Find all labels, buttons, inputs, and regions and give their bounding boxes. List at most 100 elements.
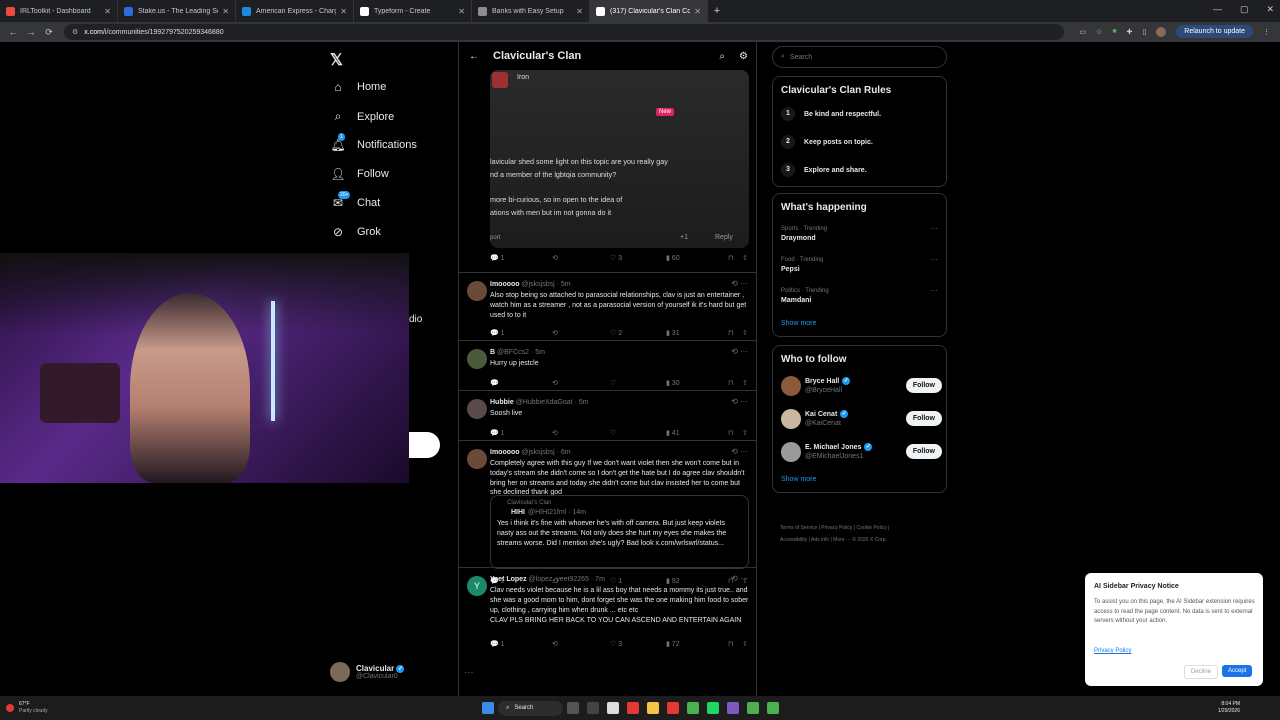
reply-icon[interactable]: 💬 1	[490, 254, 552, 262]
spotify-icon[interactable]	[707, 702, 719, 714]
repost-icon[interactable]: ⟲	[552, 379, 610, 387]
repost-icon[interactable]: ⟲	[552, 329, 610, 337]
menu-icon[interactable]: ⋮	[1263, 28, 1270, 36]
reply-icon[interactable]: 💬 1	[490, 640, 552, 648]
puzzle-icon[interactable]: ✚	[1127, 28, 1133, 36]
trend-item[interactable]: Sports · Trending Draymond	[781, 226, 827, 242]
follow-suggestion[interactable]: Kai Cenat ✓ @KaiCenat Follow	[781, 407, 942, 431]
settings-icon[interactable]: ⚙	[739, 51, 748, 62]
feed-post[interactable]: Hubbie @HubbieXdaGoat · 5m ⟲ ··· Soosh liv…	[459, 390, 756, 440]
post-author[interactable]: Hubbie @HubbieXdaGoat · 5m	[490, 399, 589, 406]
views-icon[interactable]: ▮ 30	[666, 379, 728, 387]
nav-item-home[interactable]: ⌂ Home	[330, 80, 386, 94]
share-icon[interactable]: ⇧	[742, 379, 752, 387]
browser-tab[interactable]: (317) Clavicular's Clan Commu✕	[590, 0, 708, 22]
post-author[interactable]: B @BFCcs2 · 5m	[490, 349, 545, 356]
quoted-post[interactable]: Clavicular's Clan HIHI @HIHI21fml · 14m Yes…	[490, 495, 749, 569]
privacy-policy-link[interactable]: Privacy Policy	[1094, 648, 1131, 654]
more-icon[interactable]: ···	[930, 255, 938, 264]
x-logo-icon[interactable]: 𝕏	[330, 50, 343, 70]
like-icon[interactable]: ♡	[610, 379, 666, 387]
footer-line[interactable]: Terms of Service | Privacy Policy | Cook…	[780, 522, 950, 534]
trend-item[interactable]: Politics · Trending Mamdani	[781, 288, 829, 304]
avatar[interactable]	[467, 349, 487, 369]
account-switcher[interactable]: Clavicular ✓ @Clavicular0 ···	[330, 662, 473, 682]
url-bar[interactable]: ⚙ x.com/i/communities/199279752025934688…	[64, 24, 1064, 40]
browser-tab[interactable]: IRLToolkit - Dashboard ✕	[0, 0, 118, 22]
minimize-icon[interactable]: —	[1213, 4, 1222, 15]
repost-icon[interactable]: ⟲	[552, 429, 610, 437]
clock[interactable]: 8:04 PM 1/29/2026	[1218, 701, 1240, 715]
share-icon[interactable]: ⇧	[742, 254, 748, 262]
close-icon[interactable]: ✕	[104, 7, 111, 16]
avatar[interactable]	[781, 376, 801, 396]
avatar[interactable]	[467, 449, 487, 469]
like-icon[interactable]: ♡ 3	[610, 254, 666, 262]
browser-tab[interactable]: Stake.us - The Leading Social C ✕	[118, 0, 236, 22]
browser-tab[interactable]: Banks with Easy Setup ✕	[472, 0, 590, 22]
bookmark-icon[interactable]: ⊓	[728, 429, 742, 437]
footer-line[interactable]: Accessibility | Ads info | More ··· © 20…	[780, 534, 950, 546]
like-icon[interactable]: ♡ 3	[610, 640, 666, 648]
maximize-icon[interactable]: ▢	[1240, 4, 1249, 15]
feed-post[interactable]: B @BFCcs2 · 5m ⟲ ··· Hurry up jestcle 💬 ⟲ ♡…	[459, 340, 756, 390]
new-tab-icon[interactable]: +	[708, 5, 726, 17]
avatar[interactable]	[467, 399, 487, 419]
folder-icon[interactable]	[647, 702, 659, 714]
feed-post[interactable]: Imooooo @jsksjsbsj · 6m ⟲ ··· Completely a…	[459, 440, 756, 585]
follow-button[interactable]: Follow	[905, 411, 942, 426]
weather-widget[interactable]: 67°F Partly cloudy	[6, 701, 48, 715]
show-more-link[interactable]: Show more	[781, 476, 816, 483]
feed-post[interactable]: Y Yeet Lopez @lopez_yeet92265 · 7m ⟲ ··· Cl…	[459, 567, 756, 696]
avatar[interactable]	[467, 281, 487, 301]
show-more-link[interactable]: Show more	[781, 320, 816, 327]
nav-item-grok[interactable]: ⊘ Grok	[330, 225, 381, 239]
bookmark-icon[interactable]: ⊓	[728, 254, 742, 262]
browser-tab[interactable]: American Express - Charge Ver✕	[236, 0, 354, 22]
follow-button[interactable]: Follow	[905, 378, 942, 393]
share-icon[interactable]: ⇧	[742, 329, 752, 337]
app-icon[interactable]	[667, 702, 679, 714]
post-author[interactable]: Imooooo @jsksjsbsj · 5m	[490, 281, 571, 288]
app-icon[interactable]	[587, 702, 599, 714]
profile-avatar[interactable]	[1156, 26, 1167, 37]
search-icon[interactable]: ⌕	[719, 51, 725, 62]
post-author[interactable]: Imooooo @jsksjsbsj · 6m	[490, 449, 571, 456]
close-icon[interactable]: ✕	[458, 7, 465, 16]
more-icon[interactable]: ⟲ ···	[731, 279, 748, 288]
forward-icon[interactable]: →	[26, 27, 36, 37]
post-author[interactable]: Yeet Lopez @lopez_yeet92265 · 7m	[490, 576, 605, 583]
nav-item-explore[interactable]: ⌕ Explore	[330, 109, 395, 124]
back-icon[interactable]: ←	[8, 27, 18, 37]
more-icon[interactable]: ⟲ ···	[731, 574, 748, 583]
avatar[interactable]	[781, 409, 801, 429]
reload-icon[interactable]: ⟳	[44, 27, 54, 38]
cast-icon[interactable]: ▭	[1079, 28, 1086, 36]
more-icon[interactable]: ⟲ ···	[731, 397, 748, 406]
trend-item[interactable]: Food · Trending Pepsi	[781, 257, 823, 273]
more-icon[interactable]: ⟲ ···	[731, 347, 748, 356]
like-icon[interactable]: ♡	[610, 429, 666, 437]
views-icon[interactable]: ▮ 41	[666, 429, 728, 437]
bookmark-icon[interactable]: ⊓	[728, 329, 742, 337]
share-icon[interactable]: ⇧	[742, 640, 752, 648]
close-window-icon[interactable]: ✕	[1266, 4, 1274, 15]
views-icon[interactable]: ▮ 72	[666, 640, 728, 648]
close-icon[interactable]: ✕	[222, 7, 229, 16]
site-info-icon[interactable]: ⚙	[72, 28, 78, 36]
nav-item-chat[interactable]: ✉ 20+ Chat	[330, 191, 380, 210]
follow-button[interactable]: Follow	[905, 444, 942, 459]
more-icon[interactable]: ⟲ ···	[731, 447, 748, 456]
like-icon[interactable]: ♡ 2	[610, 329, 666, 337]
reply-icon[interactable]: 💬 1	[490, 329, 552, 337]
bookmark-icon[interactable]: ⊓	[728, 379, 742, 387]
chrome-icon[interactable]	[687, 702, 699, 714]
repost-icon[interactable]: ⟲	[552, 254, 610, 262]
reply-icon[interactable]: 💬	[490, 379, 552, 387]
repost-icon[interactable]: ⟲	[552, 640, 610, 648]
feed-post[interactable]: Imooooo @jsksjsbsj · 5m ⟲ ··· Also stop be…	[459, 272, 756, 340]
close-icon[interactable]: ✕	[576, 7, 583, 16]
taskbar-search[interactable]: ⌕ Search	[498, 700, 563, 716]
more-icon[interactable]: ···	[930, 286, 938, 295]
avatar[interactable]	[781, 442, 801, 462]
